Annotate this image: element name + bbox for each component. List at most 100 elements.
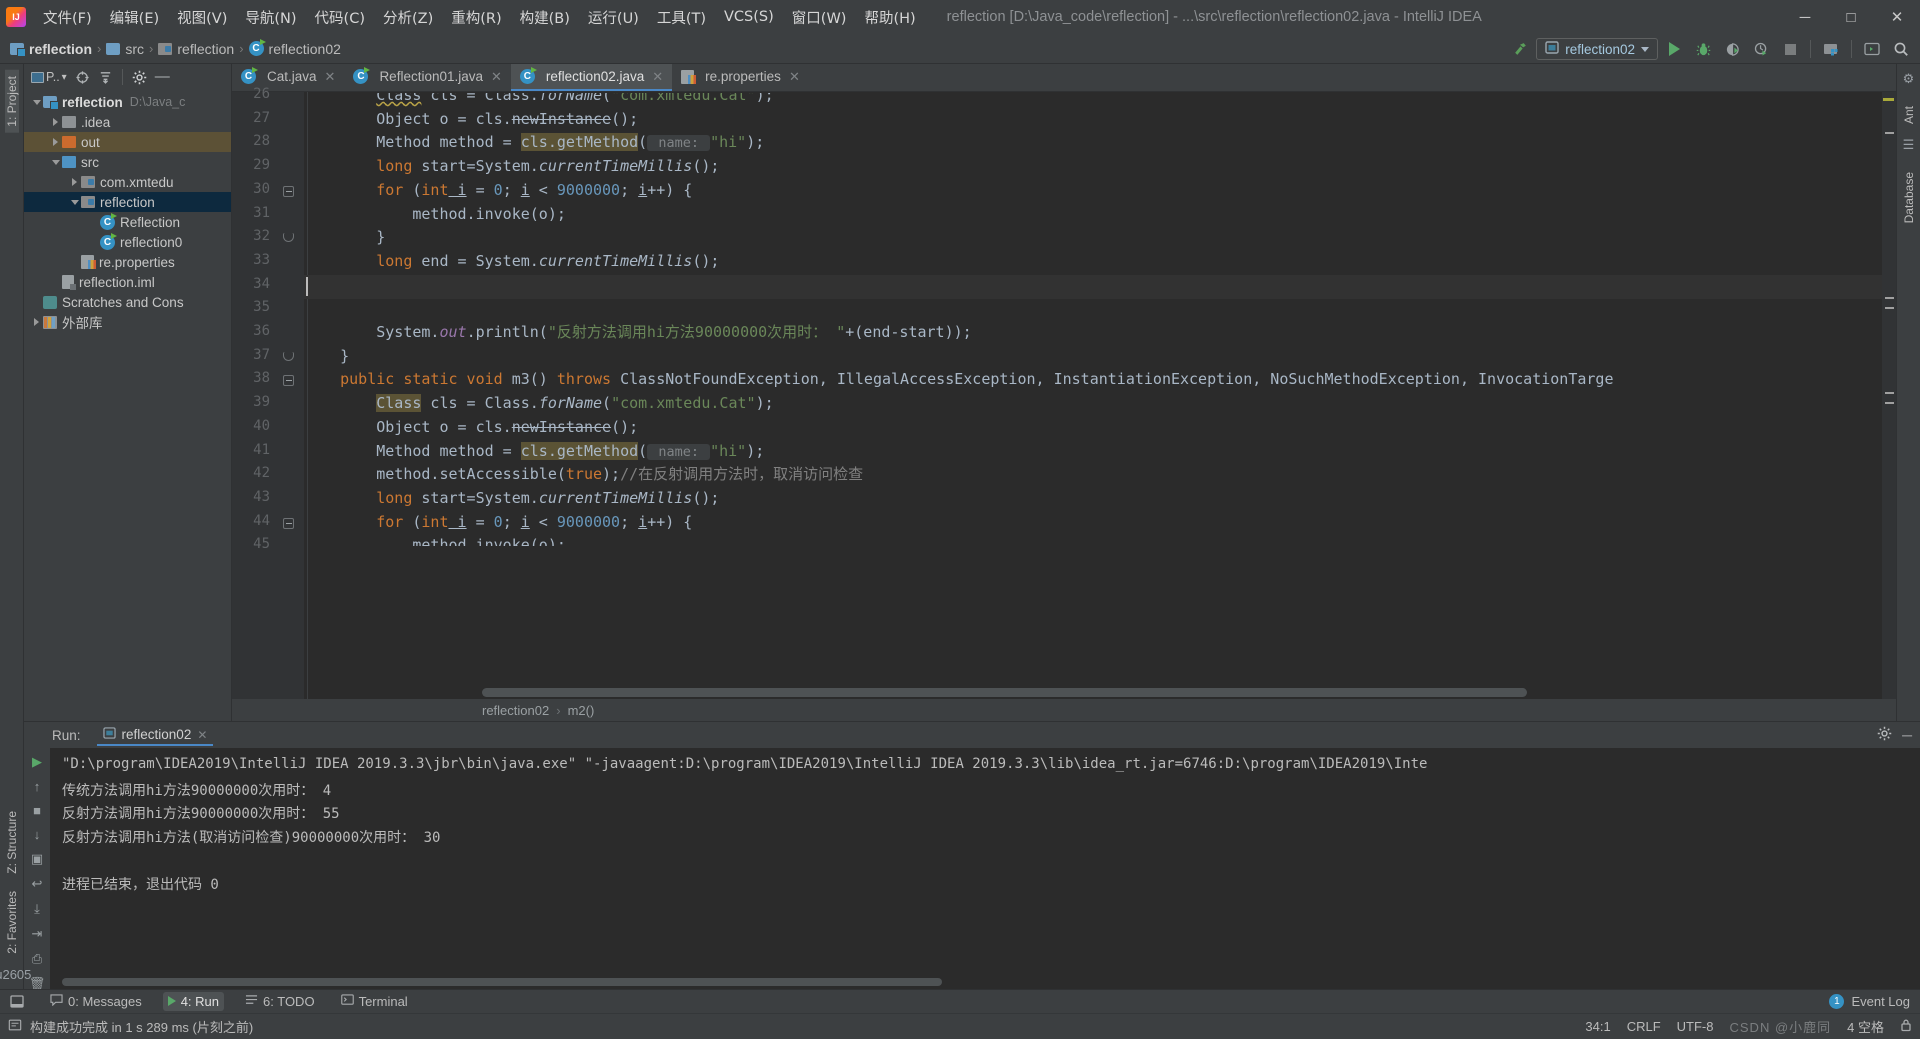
minimize-panel-icon[interactable]: ─ [1902,727,1912,743]
code-editor[interactable]: Class cls = Class.forName("com.xmtedu.Ca… [304,92,1882,699]
project-view-selector[interactable]: P.. ▾ [28,68,70,86]
event-log-button[interactable]: Event Log [1851,994,1910,1009]
scroll-down-button[interactable]: ↓ [34,827,41,842]
status-caret-position[interactable]: 34:1 [1585,1019,1610,1034]
status-indent[interactable]: 4 空格 [1847,1017,1884,1036]
bottom-tab-6--todo[interactable]: 6: TODO [240,992,320,1011]
tree-item-reflection[interactable]: reflection [24,192,231,212]
tree-item-re-properties[interactable]: re.properties [24,252,231,272]
print-screenshot-button[interactable]: ▣ [31,851,43,867]
menu-item-0[interactable]: 文件(F) [34,3,101,32]
soft-wrap-button[interactable]: ↩ [32,876,43,892]
menu-item-10[interactable]: VCS(S) [715,5,783,29]
run-with-coverage-button[interactable] [1719,37,1745,61]
search-everywhere-button[interactable] [1888,37,1914,61]
console-horizontal-scrollbar[interactable] [62,978,942,986]
menu-item-8[interactable]: 运行(U) [579,3,648,32]
status-encoding[interactable]: UTF-8 [1677,1019,1714,1034]
chevron-right-icon[interactable] [49,138,62,146]
bottom-tab-terminal[interactable]: Terminal [336,992,413,1011]
rerun-button[interactable]: ▶ [32,754,42,770]
menu-item-4[interactable]: 代码(C) [306,3,374,32]
menu-item-12[interactable]: 帮助(H) [855,3,924,32]
terminal-button[interactable] [1859,37,1885,61]
print-button[interactable]: ⎙ [32,951,42,967]
hide-panel-icon[interactable]: — [152,69,173,84]
tree-item-scratches-and-cons[interactable]: Scratches and Cons [24,292,231,312]
run-button[interactable] [1661,37,1687,61]
bottom-tab-0--messages[interactable]: 0: Messages [45,992,147,1011]
favorites-star-icon[interactable]: \u2605 [0,967,31,982]
chevron-right-icon[interactable] [68,178,81,186]
tree-item-reflection[interactable]: reflection D:\Java_c [24,92,231,112]
close-icon[interactable]: ✕ [197,728,207,742]
breadcrumb-item-reflection02[interactable]: Creflection02 [248,39,341,57]
chevron-down-icon[interactable] [30,99,43,105]
tree-item-com-xmtedu[interactable]: com.xmtedu [24,172,231,192]
menu-item-7[interactable]: 构建(B) [511,3,579,32]
gear-icon[interactable] [129,68,150,87]
chevron-down-icon[interactable] [68,199,81,205]
project-structure-button[interactable] [1818,37,1844,61]
status-line-separator[interactable]: CRLF [1627,1019,1661,1034]
breadcrumb-item-src[interactable]: src [106,41,144,57]
debug-button[interactable] [1690,37,1716,61]
tree-item--idea[interactable]: .idea [24,112,231,132]
editor-gutter[interactable]: 26 27 28 29 30 31 32 33 34 35 36 37 38 39 40 41 42 43 44 45 [232,86,304,699]
profile-button[interactable] [1748,37,1774,61]
editor-horizontal-scrollbar[interactable] [482,688,1527,697]
scroll-up-button[interactable]: ↑ [34,779,41,794]
menu-item-5[interactable]: 分析(Z) [374,3,442,32]
menu-item-9[interactable]: 工具(T) [648,3,715,32]
close-button[interactable]: ✕ [1874,0,1920,34]
sidebar-tab-ant[interactable]: Ant [1902,100,1916,130]
stop-button[interactable] [1777,37,1803,61]
breadcrumb-item-reflection[interactable]: reflection [158,41,234,57]
export-button[interactable]: ⇥ [32,926,43,942]
close-icon[interactable]: ✕ [652,69,663,85]
status-info-icon[interactable] [8,1018,22,1035]
locate-file-icon[interactable] [72,68,93,87]
menu-item-11[interactable]: 窗口(W) [783,3,856,32]
sidebar-tab-database[interactable]: Database [1902,166,1916,229]
chevron-down-icon[interactable] [49,159,62,165]
code-fold-toggle[interactable] [283,375,294,387]
code-fold-toggle[interactable] [283,351,294,361]
toggle-toolwindows-icon[interactable] [8,993,29,1010]
editor-breadcrumb-class[interactable]: reflection02 [482,703,549,718]
bottom-tab-4--run[interactable]: 4: Run [162,992,225,1011]
tree-item-reflection-iml[interactable]: reflection.iml [24,272,231,292]
code-fold-toggle[interactable] [283,185,294,197]
tree-item-src[interactable]: src [24,152,231,172]
menu-item-6[interactable]: 重构(R) [442,3,510,32]
status-lock-icon[interactable] [1900,1018,1912,1035]
run-panel-tab[interactable]: reflection02 ✕ [96,724,214,746]
stop-button[interactable]: ■ [33,803,41,818]
tree-item-reflection0[interactable]: Creflection0 [24,232,231,252]
sidebar-tab-structure[interactable]: Z: Structure [5,805,19,880]
chevron-right-icon[interactable] [30,318,43,326]
editor-tab-cat-java[interactable]: C Cat.java ✕ [232,64,344,91]
menu-item-2[interactable]: 视图(V) [168,3,236,32]
editor-tab-re-properties[interactable]: re.properties ✕ [672,64,809,91]
tree-item-out[interactable]: out [24,132,231,152]
minimize-button[interactable]: ─ [1782,0,1828,34]
maven-icon[interactable]: ⚙ [1903,71,1915,87]
tree-item-reflection[interactable]: C Reflection [24,212,231,232]
breadcrumb-item-reflection[interactable]: reflection [10,41,92,57]
scroll-to-end-button[interactable]: ⤓ [34,901,40,917]
gear-icon[interactable] [1877,726,1892,744]
maximize-button[interactable]: □ [1828,0,1874,34]
chevron-right-icon[interactable] [49,118,62,126]
ant-extra-icon[interactable]: ☰ [1903,137,1915,153]
tree-item----[interactable]: 外部库 [24,312,231,332]
close-icon[interactable]: ✕ [325,69,336,85]
editor-tab-reflection01-java[interactable]: C Reflection01.java ✕ [344,64,510,91]
menu-item-1[interactable]: 编辑(E) [101,3,168,32]
code-fold-toggle[interactable] [283,517,294,529]
run-configuration-selector[interactable]: reflection02 [1536,38,1658,60]
editor-marker-bar[interactable] [1882,92,1896,699]
sidebar-tab-favorites[interactable]: 2: Favorites [5,885,19,960]
build-hammer-icon[interactable] [1507,37,1533,61]
console-output[interactable]: "D:\program\IDEA2019\IntelliJ IDEA 2019.… [50,748,1920,989]
